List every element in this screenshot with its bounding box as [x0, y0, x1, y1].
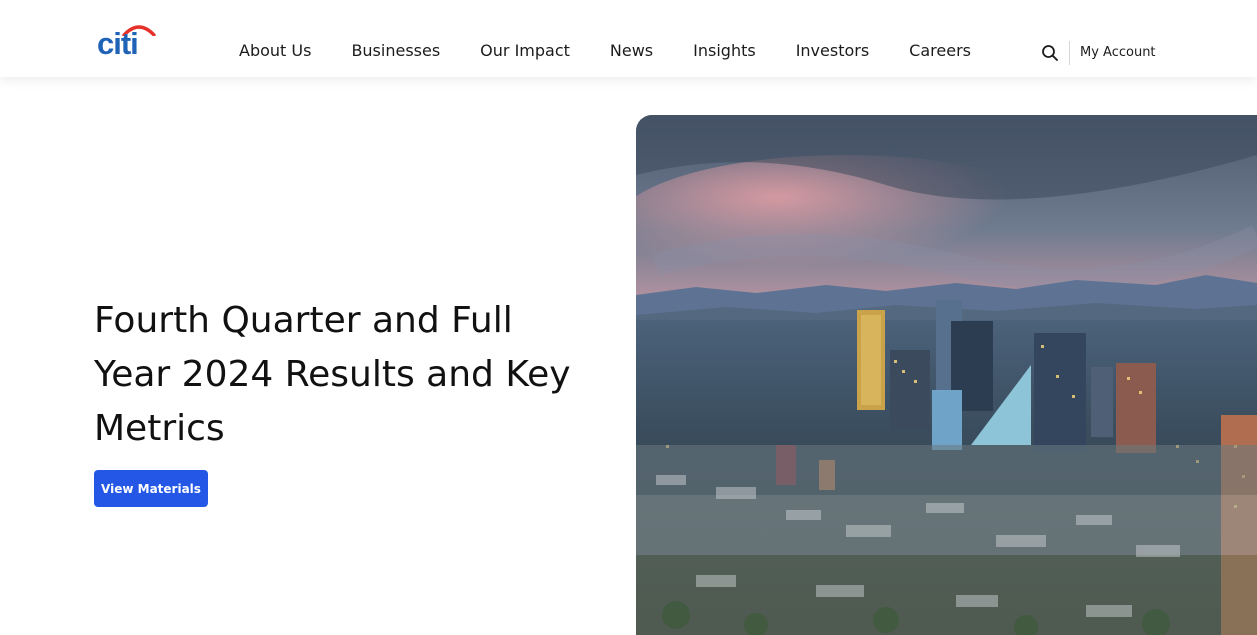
header-divider [1069, 41, 1070, 65]
logo-text: citi [97, 26, 139, 61]
nav-item-insights[interactable]: Insights [693, 40, 756, 64]
site-header: citi About Us Businesses Our Impact News… [0, 0, 1257, 77]
nav-item-our-impact[interactable]: Our Impact [480, 40, 570, 64]
nav-item-news[interactable]: News [610, 40, 653, 64]
nav-item-careers[interactable]: Careers [909, 40, 971, 64]
nav-item-investors[interactable]: Investors [796, 40, 869, 64]
view-materials-button[interactable]: View Materials [94, 470, 208, 507]
nav-item-businesses[interactable]: Businesses [351, 40, 440, 64]
main-nav: About Us Businesses Our Impact News Insi… [239, 40, 1011, 64]
city-skyline-image [636, 115, 1257, 635]
my-account-link[interactable]: My Account [1080, 44, 1156, 62]
citi-logo[interactable]: citi [97, 20, 159, 62]
hero-title: Fourth Quarter and Full Year 2024 Result… [94, 300, 571, 449]
search-icon[interactable] [1041, 44, 1059, 62]
nav-item-about-us[interactable]: About Us [239, 40, 311, 64]
